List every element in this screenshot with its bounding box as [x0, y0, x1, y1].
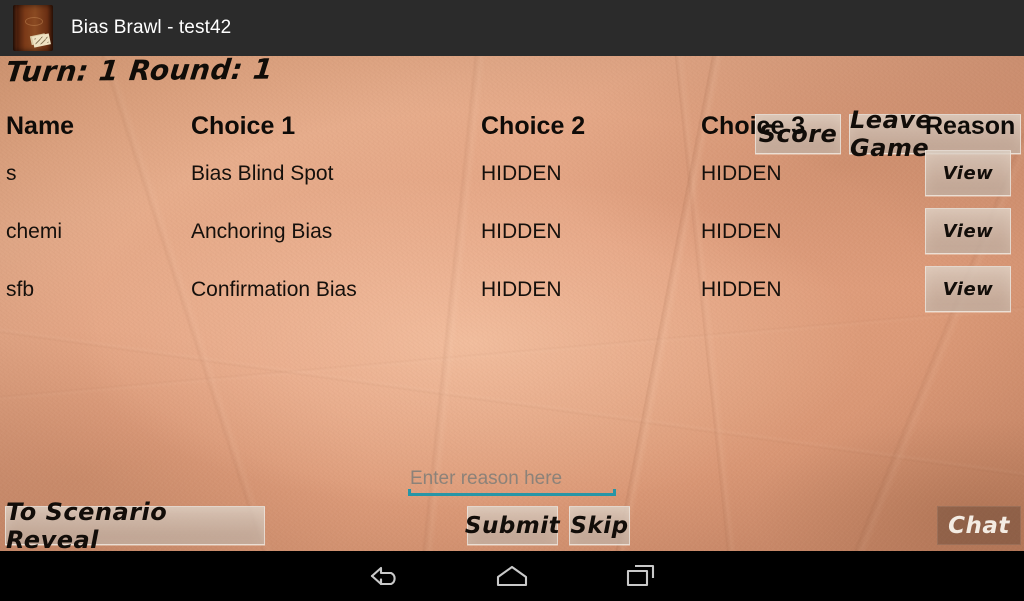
table-row: HIDDEN [481, 278, 562, 301]
table-row: s [6, 162, 17, 185]
to-scenario-reveal-button[interactable]: To Scenario Reveal [5, 498, 265, 554]
table-row: HIDDEN [701, 220, 782, 243]
column-header-choice-3: Choice 3 [701, 112, 806, 140]
back-icon[interactable] [330, 551, 440, 601]
table-row: Bias Blind Spot [191, 162, 334, 185]
view-reason-button[interactable]: View [925, 150, 1011, 196]
view-reason-button[interactable]: View [925, 266, 1011, 312]
table-row: Anchoring Bias [191, 220, 333, 243]
book-card-decoration [32, 33, 51, 48]
skip-button[interactable]: Skip [569, 506, 630, 545]
table-row: HIDDEN [701, 162, 782, 185]
app-screen: Bias Brawl - test42 Turn: 1 Round: 1 Sco… [0, 0, 1024, 601]
android-navigation-bar [0, 551, 1024, 601]
table-row: HIDDEN [481, 162, 562, 185]
reason-input-wrapper [408, 466, 616, 498]
recent-apps-icon[interactable] [586, 551, 696, 601]
column-header-choice-1: Choice 1 [191, 112, 296, 140]
view-reason-button[interactable]: View [925, 208, 1011, 254]
table-row: HIDDEN [701, 278, 782, 301]
reason-input[interactable] [408, 466, 616, 492]
reason-input-underline [408, 489, 616, 496]
column-header-choice-2: Choice 2 [481, 112, 586, 140]
submit-button[interactable]: Submit [465, 506, 560, 545]
column-header-reason: Reason [925, 112, 1016, 140]
table-row: sfb [6, 278, 35, 301]
table-row: Confirmation Bias [191, 278, 357, 301]
table-row: HIDDEN [481, 220, 562, 243]
book-icon [13, 5, 53, 51]
title-bar: Bias Brawl - test42 [0, 0, 1024, 56]
table-row: chemi [6, 220, 63, 243]
chat-button[interactable]: Chat [937, 506, 1021, 545]
column-header-name: Name [6, 112, 75, 140]
game-content: Turn: 1 Round: 1 Score Leave Game Name C… [0, 52, 1024, 554]
book-emboss-decoration [25, 17, 43, 26]
app-title: Bias Brawl - test42 [71, 17, 232, 38]
home-icon[interactable] [457, 551, 567, 601]
turn-round-label: Turn: 1 Round: 1 [3, 52, 276, 89]
